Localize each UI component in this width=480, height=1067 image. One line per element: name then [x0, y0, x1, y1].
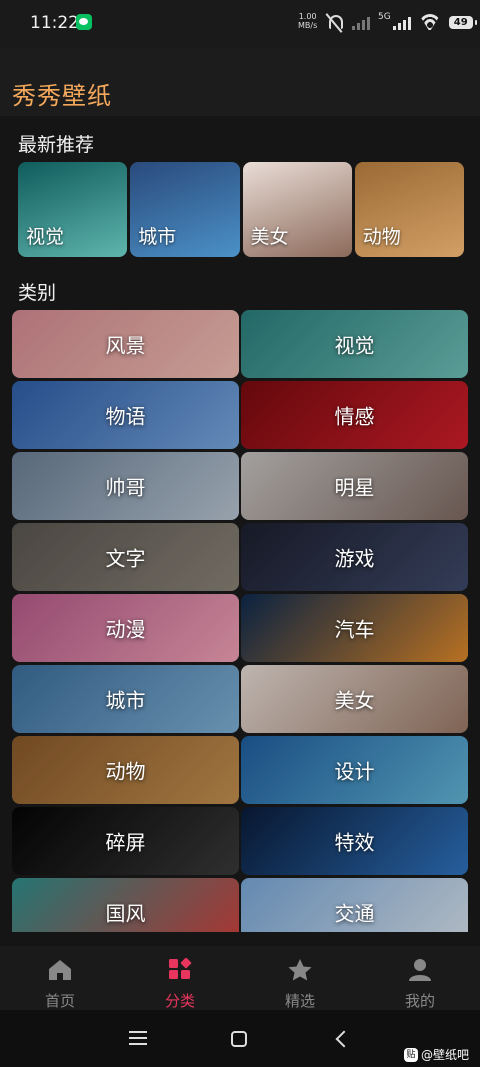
nav-item-1[interactable]: 分类 [120, 946, 240, 1010]
recent-card[interactable]: 城市 [130, 162, 240, 257]
network-speed-unit: MB/s [298, 21, 318, 30]
status-icons: 5G 49 [324, 12, 477, 32]
mute-icon [324, 13, 344, 31]
category-card[interactable]: 明星 [241, 452, 468, 520]
category-card-label: 设计 [334, 759, 375, 784]
status-time: 11:22 [30, 13, 79, 33]
category-card-label: 美女 [334, 688, 375, 713]
category-card[interactable]: 物语 [12, 381, 239, 449]
category-card-label: 城市 [105, 688, 146, 713]
nav-item-3[interactable]: 我的 [360, 946, 480, 1010]
category-card[interactable]: 城市 [12, 665, 239, 733]
nav-item-label: 首页 [44, 992, 75, 1010]
home-icon [47, 958, 73, 986]
recent-wallpapers-row: 视觉 城市 美女 动物 [18, 162, 464, 257]
category-card[interactable]: 国风 [12, 878, 239, 932]
recent-card[interactable]: 美女 [242, 162, 352, 257]
app-bar: 秀秀壁纸 [0, 48, 480, 116]
category-card-label: 视觉 [334, 333, 375, 358]
category-card-label: 动漫 [105, 617, 146, 642]
category-card-label: 动物 [105, 759, 146, 784]
category-card[interactable]: 美女 [241, 665, 468, 733]
wechat-notification-icon [76, 14, 92, 30]
battery-indicator: 49 [448, 15, 477, 29]
category-card-label: 特效 [334, 830, 375, 855]
recent-section-title: 最新推荐 [18, 134, 95, 156]
network-speed-value: 1.00 [298, 12, 317, 21]
category-card[interactable]: 风景 [12, 310, 239, 378]
watermark-badge: 贴 [404, 1047, 418, 1062]
category-card[interactable]: 文字 [12, 523, 239, 591]
recent-card[interactable]: 动物 [354, 162, 464, 257]
category-card[interactable]: 情感 [241, 381, 468, 449]
bottom-navigation: 首页 分类 精选 我的 [0, 946, 480, 1010]
recents-menu-icon[interactable] [129, 1031, 147, 1045]
category-icon [167, 957, 193, 986]
category-card-label: 碎屏 [105, 830, 146, 855]
recent-card[interactable]: 视觉 [18, 162, 128, 257]
signal-sim1-icon [352, 14, 370, 30]
category-card[interactable]: 视觉 [241, 310, 468, 378]
category-section-title: 类别 [18, 282, 57, 304]
category-card-label: 明星 [334, 475, 375, 500]
person-icon [407, 958, 433, 986]
category-card-label: 物语 [105, 404, 146, 429]
category-card-label: 帅哥 [105, 475, 146, 500]
network-type: 5G [378, 12, 391, 22]
network-speed: 1.00 MB/s [298, 12, 317, 30]
app-title: 秀秀壁纸 [12, 82, 112, 110]
category-card-label: 文字 [105, 546, 146, 571]
category-card-label: 交通 [334, 901, 375, 926]
category-card[interactable]: 游戏 [241, 523, 468, 591]
category-card[interactable]: 特效 [241, 807, 468, 875]
category-card-label: 风景 [105, 333, 146, 358]
category-card[interactable]: 设计 [241, 736, 468, 804]
category-card-label: 汽车 [334, 617, 375, 642]
category-card[interactable]: 帅哥 [12, 452, 239, 520]
watermark: 贴 @壁纸吧 [404, 1046, 469, 1063]
nav-item-label: 我的 [404, 992, 435, 1010]
status-bar: 11:22 1.00 MB/s 5G 49 [0, 0, 480, 48]
recent-card-label: 动物 [362, 226, 401, 248]
watermark-text: @壁纸吧 [421, 1048, 470, 1062]
category-card-label: 国风 [105, 901, 146, 926]
signal-sim2-icon [392, 14, 411, 30]
star-icon [287, 958, 313, 986]
category-card[interactable]: 交通 [241, 878, 468, 932]
category-card[interactable]: 动物 [12, 736, 239, 804]
category-card[interactable]: 汽车 [241, 594, 468, 662]
recent-card-label: 城市 [138, 226, 177, 248]
nav-item-label: 精选 [284, 992, 315, 1010]
category-card-label: 情感 [334, 404, 375, 429]
nav-item-2[interactable]: 精选 [240, 946, 360, 1010]
category-card-label: 游戏 [334, 546, 375, 571]
wifi-icon [419, 14, 441, 30]
system-home-icon[interactable] [231, 1031, 247, 1047]
nav-item-label: 分类 [164, 992, 195, 1010]
recent-card-label: 美女 [250, 226, 289, 248]
nav-item-0[interactable]: 首页 [0, 946, 120, 1010]
category-card[interactable]: 碎屏 [12, 807, 239, 875]
category-grid: 风景 视觉物语 情感帅哥 明星文字 游戏动漫 汽车城市 美女动物 设计碎屏 特效国风 交通 [12, 310, 468, 932]
category-card[interactable]: 动漫 [12, 594, 239, 662]
recent-card-label: 视觉 [26, 226, 65, 248]
